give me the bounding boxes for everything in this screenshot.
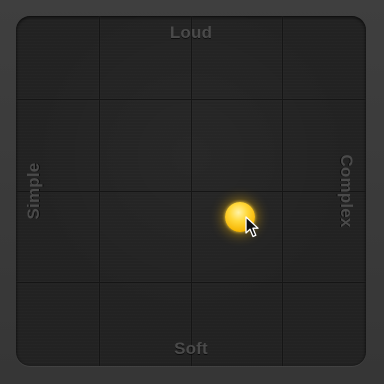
xy-pad-window: Loud Soft Simple Complex [0, 0, 384, 384]
grid-line-horizontal [16, 191, 366, 192]
xy-pad-puck[interactable] [225, 202, 255, 232]
grid-line-horizontal [16, 282, 366, 283]
grid-line-horizontal [16, 99, 366, 100]
xy-pad[interactable]: Loud Soft Simple Complex [16, 16, 366, 366]
axis-label-complex: Complex [337, 154, 356, 228]
axis-label-soft: Soft [174, 339, 208, 358]
axis-label-simple: Simple [24, 162, 43, 220]
axis-label-loud: Loud [169, 23, 213, 42]
